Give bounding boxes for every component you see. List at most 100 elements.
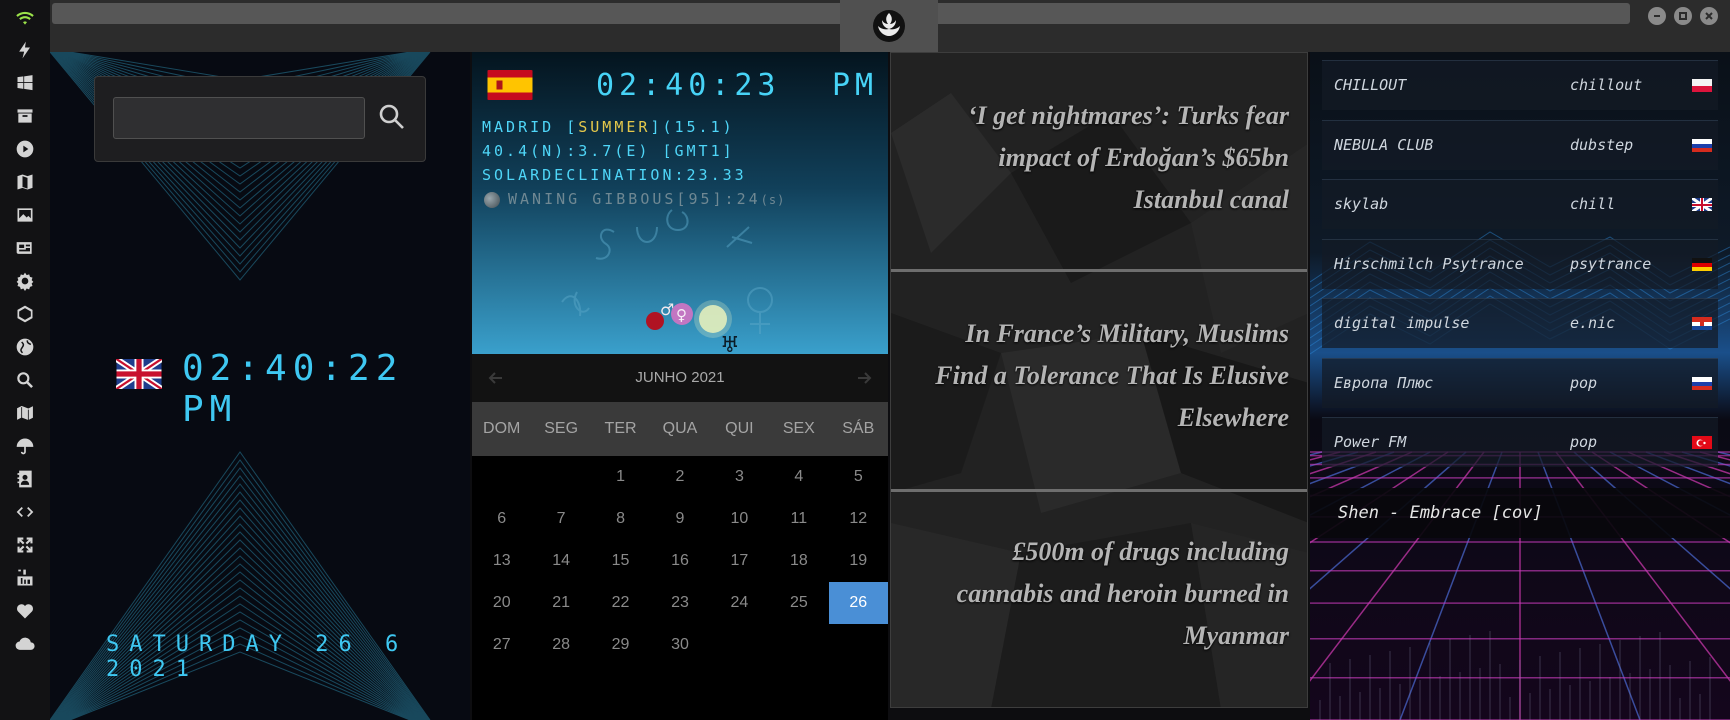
expand-icon[interactable]: [13, 533, 37, 557]
windows-icon[interactable]: [13, 71, 37, 95]
calendar-day[interactable]: 20: [472, 582, 531, 624]
globe-icon[interactable]: [13, 335, 37, 359]
now-playing-bar: Shen - Embrace [cov]: [1310, 488, 1730, 538]
map-book-icon[interactable]: [13, 170, 37, 194]
archive-icon[interactable]: [13, 104, 37, 128]
station-row[interactable]: CHILLOUT chillout: [1322, 60, 1718, 110]
calendar-day[interactable]: 27: [472, 624, 531, 666]
search-input[interactable]: [113, 97, 365, 139]
news-item[interactable]: £500m of drugs including cannabis and he…: [891, 531, 1307, 657]
world-clock-panel: 02:40:23 PM MADRID [SUMMER](15.1) 40.4(N…: [472, 52, 888, 720]
code-icon[interactable]: [13, 500, 37, 524]
heart-icon[interactable]: [13, 599, 37, 623]
calendar-day[interactable]: 25: [769, 582, 828, 624]
station-row[interactable]: skylab chill: [1322, 179, 1718, 229]
calendar-day[interactable]: 4: [769, 456, 828, 498]
calendar-day[interactable]: 13: [472, 540, 531, 582]
calendar-day[interactable]: 19: [829, 540, 888, 582]
station-name: NEBULA CLUB: [1334, 135, 1434, 154]
cloud-icon[interactable]: [13, 632, 37, 656]
calendar-weekdays: DOM SEG TER QUA QUI SEX SÁB: [472, 402, 888, 456]
newspaper-icon[interactable]: [13, 236, 37, 260]
station-genre: e.nic: [1570, 314, 1616, 332]
launcher-rail: [0, 0, 50, 720]
station-row[interactable]: Европа Плюс pop: [1322, 357, 1718, 408]
station-genre: pop: [1570, 373, 1598, 392]
hexagon-icon[interactable]: [13, 302, 37, 326]
germany-flag-icon: [1692, 257, 1712, 271]
russia-flag-icon: [1692, 376, 1712, 390]
calendar-day[interactable]: 18: [769, 540, 828, 582]
play-icon[interactable]: [13, 137, 37, 161]
calendar-day[interactable]: 15: [591, 540, 650, 582]
calendar-day[interactable]: 6: [472, 498, 531, 540]
search-button[interactable]: [377, 103, 407, 133]
settings-gear-icon[interactable]: [13, 269, 37, 293]
calendar-day[interactable]: 5: [829, 456, 888, 498]
calendar-day[interactable]: 17: [710, 540, 769, 582]
coordinates: 40.4(N):3.7(E) [GMT1]: [482, 142, 735, 160]
map-icon[interactable]: [13, 401, 37, 425]
solar-declination: SOLARDECLINATION:23.33: [482, 166, 747, 184]
search-icon[interactable]: [13, 368, 37, 392]
local-date: SATURDAY 26 6 2021: [106, 632, 409, 682]
calendar-day[interactable]: 1: [591, 456, 650, 498]
city-prefix: MADRID [: [482, 118, 579, 136]
calendar-day[interactable]: 8: [591, 498, 650, 540]
station-genre: dubstep: [1570, 135, 1634, 154]
umbrella-icon[interactable]: [13, 434, 37, 458]
weekday-header: SÁB: [842, 420, 875, 437]
next-month-button[interactable]: [854, 368, 874, 388]
calendar-day[interactable]: 3: [710, 456, 769, 498]
station-row[interactable]: Power FM pop: [1322, 417, 1718, 467]
uk-flag-icon: [116, 359, 162, 389]
search-widget: [94, 76, 426, 162]
radio-panel: CHILLOUT chillout NEBULA CLUB dubstep skylab…: [1310, 52, 1730, 720]
youtube-icon[interactable]: [13, 566, 37, 590]
station-row[interactable]: NEBULA CLUB dubstep: [1322, 119, 1718, 170]
calendar-day[interactable]: 12: [829, 498, 888, 540]
world-ampm: PM: [832, 68, 879, 103]
minimize-button[interactable]: [1648, 7, 1666, 25]
calendar-day[interactable]: 23: [650, 582, 709, 624]
news-item[interactable]: ‘I get nightmares’: Turks fear impact of…: [891, 95, 1307, 221]
image-icon[interactable]: [13, 203, 37, 227]
calendar-header: JUNHO 2021: [472, 354, 888, 402]
calendar-day[interactable]: 21: [531, 582, 590, 624]
calendar-day[interactable]: 16: [650, 540, 709, 582]
title-bar[interactable]: [50, 0, 1730, 52]
calendar-day[interactable]: 2: [650, 456, 709, 498]
weekday-header: SEX: [782, 420, 815, 437]
russia-flag-icon: [1692, 138, 1712, 152]
news-separator: [891, 269, 1307, 272]
weekday-header: DOM: [483, 420, 521, 437]
contacts-icon[interactable]: [13, 467, 37, 491]
close-button[interactable]: [1700, 7, 1718, 25]
desktop-dashboard: 02:40:22 PM SATURDAY 26 6 2021 02:40:23 …: [0, 0, 1730, 720]
calendar-day[interactable]: 29: [591, 624, 650, 666]
maximize-button[interactable]: [1674, 7, 1692, 25]
station-row[interactable]: digital impulse e.nic: [1322, 298, 1718, 348]
arrow-right-icon: [858, 372, 872, 384]
title-tab[interactable]: [840, 0, 938, 52]
city-suffix: ](15.1): [650, 118, 735, 136]
news-item[interactable]: In France’s Military, Muslims Find a Tol…: [891, 313, 1307, 439]
station-name: skylab: [1334, 195, 1389, 213]
calendar-day[interactable]: 22: [591, 582, 650, 624]
rebel-alliance-icon: [873, 10, 905, 42]
calendar-day[interactable]: 9: [650, 498, 709, 540]
wifi-icon[interactable]: [13, 6, 37, 30]
calendar-day[interactable]: 10: [710, 498, 769, 540]
calendar-day-today[interactable]: 26: [828, 582, 888, 624]
calendar-day[interactable]: 24: [710, 582, 769, 624]
calendar-day[interactable]: 28: [531, 624, 590, 666]
weekday-header: SEG: [544, 420, 579, 437]
calendar-day[interactable]: 11: [769, 498, 828, 540]
calendar-day[interactable]: 7: [531, 498, 590, 540]
weekday-header: QUA: [662, 420, 698, 437]
calendar-day[interactable]: 30: [650, 624, 709, 666]
calendar-day[interactable]: 14: [531, 540, 590, 582]
venus-symbol: ♀: [676, 306, 687, 324]
bolt-icon[interactable]: [13, 38, 37, 62]
station-row[interactable]: Hirschmilch Psytrance psytrance: [1322, 238, 1718, 289]
